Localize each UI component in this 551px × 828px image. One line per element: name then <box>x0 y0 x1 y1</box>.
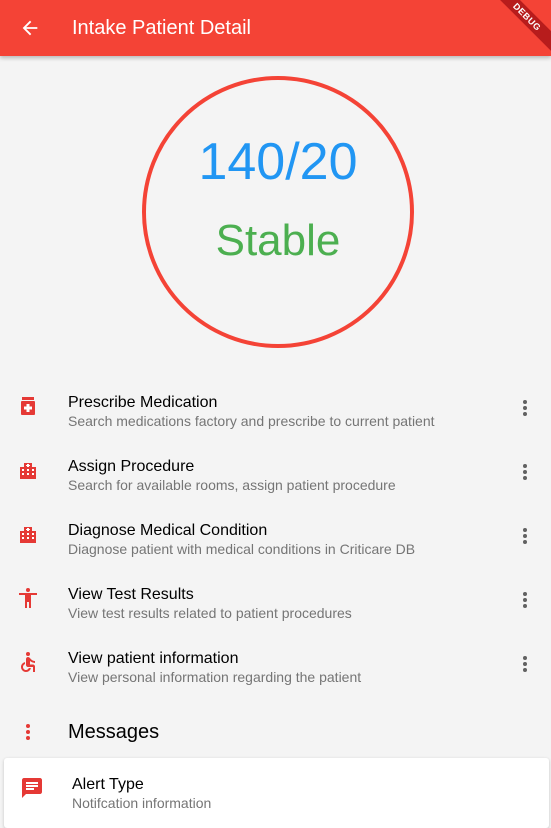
more-vert-icon <box>523 592 527 608</box>
list-item-assign-procedure[interactable]: Assign Procedure Search for available ro… <box>0 440 551 504</box>
more-vert-icon <box>523 400 527 416</box>
list-item-subtitle: Search for available rooms, assign patie… <box>68 477 396 493</box>
actions-list: Prescribe Medication Search medications … <box>0 376 551 696</box>
accessibility-person-icon <box>19 588 37 608</box>
vital-sign-circle: 140/20 Stable <box>142 76 414 348</box>
list-item-view-test-results[interactable]: View Test Results View test results rela… <box>0 568 551 632</box>
list-item-view-patient-info[interactable]: View patient information View personal i… <box>0 632 551 696</box>
list-item-subtitle: Diagnose patient with medical conditions… <box>68 541 416 557</box>
hospital-building-icon <box>20 527 36 543</box>
patient-status: Stable <box>215 216 341 265</box>
message-title: Alert Type <box>72 776 144 793</box>
more-options-button[interactable] <box>513 524 537 548</box>
list-item-title: View patient information <box>68 650 239 667</box>
blood-pressure-value: 140/20 <box>198 133 358 191</box>
more-options-button[interactable] <box>513 460 537 484</box>
back-button[interactable] <box>12 10 48 46</box>
list-item-subtitle: View personal information regarding the … <box>68 669 362 685</box>
list-item-subtitle: View test results related to patient pro… <box>68 605 352 621</box>
wheelchair-icon <box>21 652 35 672</box>
arrow-back-icon <box>22 20 38 36</box>
list-item-diagnose-condition[interactable]: Diagnose Medical Condition Diagnose pati… <box>0 504 551 568</box>
page-title: Intake Patient Detail <box>72 17 251 39</box>
app-bar: Intake Patient Detail <box>0 0 551 56</box>
messages-title: Messages <box>68 721 160 743</box>
more-vert-icon <box>523 528 527 544</box>
more-vert-icon <box>523 656 527 672</box>
list-item-title: Prescribe Medication <box>68 394 218 411</box>
list-item-prescribe-medication[interactable]: Prescribe Medication Search medications … <box>0 376 551 440</box>
message-subtitle: Notifcation information <box>72 795 212 811</box>
more-options-button[interactable] <box>513 652 537 676</box>
medication-icon <box>21 397 35 415</box>
more-vert-icon[interactable] <box>16 720 40 744</box>
list-item-title: Diagnose Medical Condition <box>68 522 268 539</box>
list-item-title: Assign Procedure <box>68 458 195 475</box>
more-options-button[interactable] <box>513 396 537 420</box>
hospital-building-icon <box>20 463 36 479</box>
list-item-title: View Test Results <box>68 586 194 603</box>
message-icon <box>22 778 42 798</box>
message-card[interactable]: Alert Type Notifcation information <box>4 758 549 828</box>
more-vert-icon <box>523 464 527 480</box>
messages-header: Messages <box>0 706 551 756</box>
list-item-subtitle: Search medications factory and prescribe… <box>68 413 435 429</box>
more-options-button[interactable] <box>513 588 537 612</box>
